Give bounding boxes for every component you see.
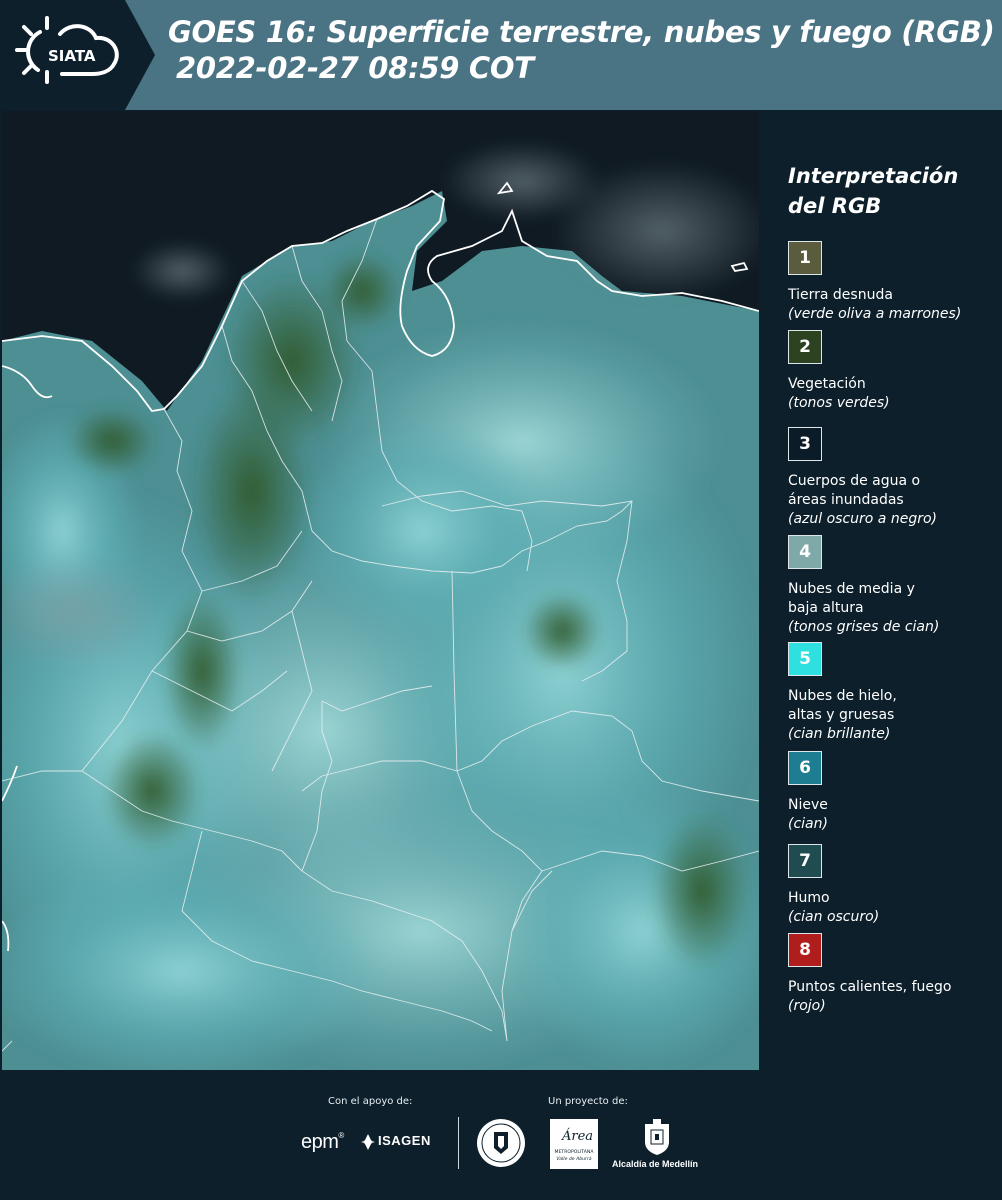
legend-label-5-2: altas y gruesas [788,707,895,723]
legend-description-1: (verde oliva a marrones) [788,306,962,322]
area-metropolitana-sub2: Valle de Aburrá [556,1157,592,1162]
isagen-mark-icon [361,1134,375,1150]
legend-title: Interpretación del RGB [788,161,998,221]
legend-item-1: 1 Tierra desnuda (verde oliva a marrones) [788,241,998,324]
legend-description-2: (tonos verdes) [788,395,890,411]
satellite-map[interactable] [2,111,759,1070]
logo-panel: SIATA [0,0,155,110]
legend-item-6: 6 Nieve (cian) [788,751,998,834]
legend-label-5-1: Nubes de hielo, [788,688,897,704]
siata-logo-text: SIATA [48,47,96,65]
legend-swatch-4: 4 [788,535,822,569]
legend-swatch-5: 5 [788,642,822,676]
project-caption: Un proyecto de: [548,1096,628,1107]
alcaldia-de-medellin-text: Alcaldía de Medellín [612,1159,699,1169]
footer-bar: Con el apoyo de: Un proyecto de: epm® IS… [0,1070,1002,1200]
legend-item-7: 7 Humo (cian oscuro) [788,844,998,927]
area-metropolitana-logo: Área METROPOLITANA Valle de Aburrá [550,1119,598,1169]
legend-swatch-3: 3 [788,427,822,461]
legend-title-line-2: del RGB [788,194,882,218]
legend-description-8: (rojo) [788,998,826,1014]
legend-item-5: 5 Nubes de hielo, altas y gruesas (cian bri… [788,642,998,744]
area-metropolitana-main: Área [562,1129,594,1144]
legend-label-6-1: Nieve [788,797,828,813]
footer-divider [458,1117,459,1169]
title-line-2: 2022-02-27 08:59 COT [176,51,534,85]
legend-title-line-1: Interpretación [788,164,959,188]
legend-description-5: (cian brillante) [788,726,891,742]
legend-item-2: 2 Vegetación (tonos verdes) [788,330,998,413]
legend-description-6: (cian) [788,816,828,832]
legend-swatch-2: 2 [788,330,822,364]
header-bar: SIATA GOES 16: Superficie terrestre, nub… [0,0,1002,110]
isagen-logo-text: ISAGEN [378,1133,431,1148]
title-line-1: GOES 16: Superficie terrestre, nubes y f… [168,15,995,49]
legend-item-3: 3 Cuerpos de agua o áreas inundadas (azul o… [788,427,998,529]
legend-swatch-8: 8 [788,933,822,967]
medellin-coat-of-arms-icon [645,1119,669,1155]
seal-logo-icon [477,1119,525,1167]
legend-label-2-1: Vegetación [788,376,866,392]
area-metropolitana-sub1: METROPOLITANA [554,1150,594,1155]
legend-swatch-6: 6 [788,751,822,785]
legend-swatch-7: 7 [788,844,822,878]
legend-label-3-2: áreas inundadas [788,492,904,508]
epm-logo: epm® [301,1131,344,1153]
legend-panel: Interpretación del RGB 1 Tierra desnuda (v… [762,111,1002,1070]
epm-logo-text: epm [301,1131,339,1153]
legend-item-8: 8 Puntos calientes, fuego (rojo) [788,933,998,1016]
support-caption: Con el apoyo de: [328,1096,413,1107]
legend-label-7-1: Humo [788,890,830,906]
legend-description-4: (tonos grises de cian) [788,619,940,635]
legend-swatch-1: 1 [788,241,822,275]
legend-item-4: 4 Nubes de media y baja altura (tonos grise… [788,535,998,637]
legend-label-3-1: Cuerpos de agua o [788,473,921,489]
legend-description-3: (azul oscuro a negro) [788,511,937,527]
legend-label-4-2: baja altura [788,600,864,616]
legend-description-7: (cian oscuro) [788,909,880,925]
legend-label-1-1: Tierra desnuda [788,287,893,303]
legend-label-8-1: Puntos calientes, fuego [788,979,952,995]
legend-label-4-1: Nubes de media y [788,581,915,597]
page-title: GOES 16: Superficie terrestre, nubes y f… [168,14,998,86]
